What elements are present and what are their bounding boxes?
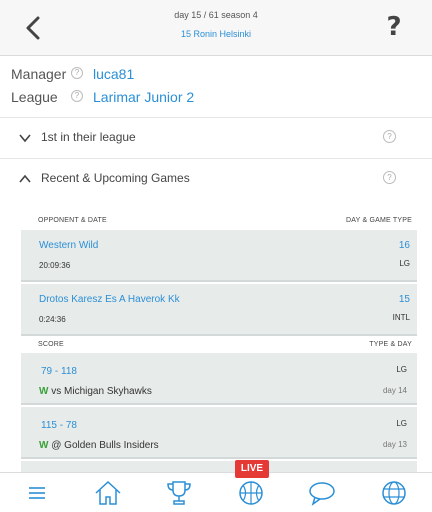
question-icon[interactable]: ?: [71, 90, 83, 102]
venue-label: vs: [51, 386, 62, 397]
column-header-type-day: TYPE & DAY: [369, 341, 412, 348]
game-day: day 14: [382, 386, 407, 395]
game-time: 0:24:36: [39, 315, 66, 324]
top-bar: day 15 / 61 season 4 15 Ronin Helsinki ?: [0, 0, 432, 56]
chevron-up-icon: [19, 174, 31, 183]
score-link[interactable]: 115 - 78: [41, 420, 77, 431]
game-type: INTL: [392, 313, 410, 322]
column-header-opponent: OPPONENT & DATE: [38, 217, 107, 224]
section-label: 1st in their league: [41, 130, 136, 144]
opponent-name: Michigan Skyhawks: [64, 386, 152, 397]
live-badge[interactable]: LIVE: [235, 460, 269, 478]
home-icon[interactable]: [93, 479, 123, 507]
bottom-navigation: [0, 472, 432, 512]
league-link[interactable]: Larimar Junior 2: [93, 87, 194, 107]
day-season-info: day 15 / 61 season 4: [174, 10, 258, 20]
game-type: LG: [396, 419, 407, 428]
win-loss-badge: W: [39, 440, 49, 451]
opponent-link[interactable]: Western Wild: [39, 240, 98, 251]
upcoming-game-row[interactable]: Drotos Karesz Es A Haverok Kk 0:24:36 15…: [21, 284, 417, 336]
opponent-line: W @ Golden Bulls Insiders: [39, 440, 159, 451]
chevron-down-icon: [19, 134, 31, 143]
trophy-icon[interactable]: [164, 479, 194, 507]
question-icon[interactable]: ?: [383, 130, 396, 143]
upcoming-game-row[interactable]: Western Wild 20:09:36 16 LG: [21, 230, 417, 282]
game-time: 20:09:36: [39, 261, 71, 270]
menu-icon[interactable]: [22, 479, 52, 507]
upcoming-table-header: OPPONENT & DATE DAY & GAME TYPE: [38, 217, 412, 229]
game-day: day 13: [382, 440, 407, 449]
result-game-row[interactable]: 115 - 78 W @ Golden Bulls Insiders LG da…: [21, 407, 417, 459]
column-header-day-type: DAY & GAME TYPE: [345, 217, 412, 224]
game-type: LG: [396, 365, 407, 374]
globe-icon[interactable]: [379, 479, 409, 507]
help-icon[interactable]: ?: [382, 12, 406, 42]
venue-label: @: [51, 440, 62, 451]
game-day: 15: [398, 294, 410, 305]
section-label: Recent & Upcoming Games: [41, 171, 190, 185]
league-label: League: [11, 89, 58, 105]
section-recent-games[interactable]: Recent & Upcoming Games ?: [0, 158, 432, 198]
win-loss-badge: W: [39, 386, 49, 397]
section-league-position[interactable]: 1st in their league ?: [0, 117, 432, 157]
opponent-name: Golden Bulls Insiders: [64, 440, 159, 451]
results-table-header: SCORE TYPE & DAY: [38, 341, 412, 353]
league-row: League ? Larimar Junior 2: [11, 87, 411, 107]
question-icon[interactable]: ?: [71, 67, 83, 79]
manager-label: Manager: [11, 66, 67, 82]
result-game-row[interactable]: 79 - 118 W vs Michigan Skyhawks LG day 1…: [21, 353, 417, 405]
opponent-line: W vs Michigan Skyhawks: [39, 386, 152, 397]
chat-icon[interactable]: [307, 479, 337, 507]
manager-row: Manager ? luca81: [11, 64, 411, 84]
team-name-link[interactable]: 15 Ronin Helsinki: [0, 29, 432, 39]
basketball-icon[interactable]: [236, 479, 266, 507]
score-link[interactable]: 79 - 118: [41, 366, 77, 377]
manager-link[interactable]: luca81: [93, 64, 134, 84]
game-type: LG: [399, 259, 410, 268]
question-icon[interactable]: ?: [383, 171, 396, 184]
column-header-score: SCORE: [38, 341, 64, 348]
opponent-link[interactable]: Drotos Karesz Es A Haverok Kk: [39, 294, 180, 305]
game-day: 16: [398, 240, 410, 251]
